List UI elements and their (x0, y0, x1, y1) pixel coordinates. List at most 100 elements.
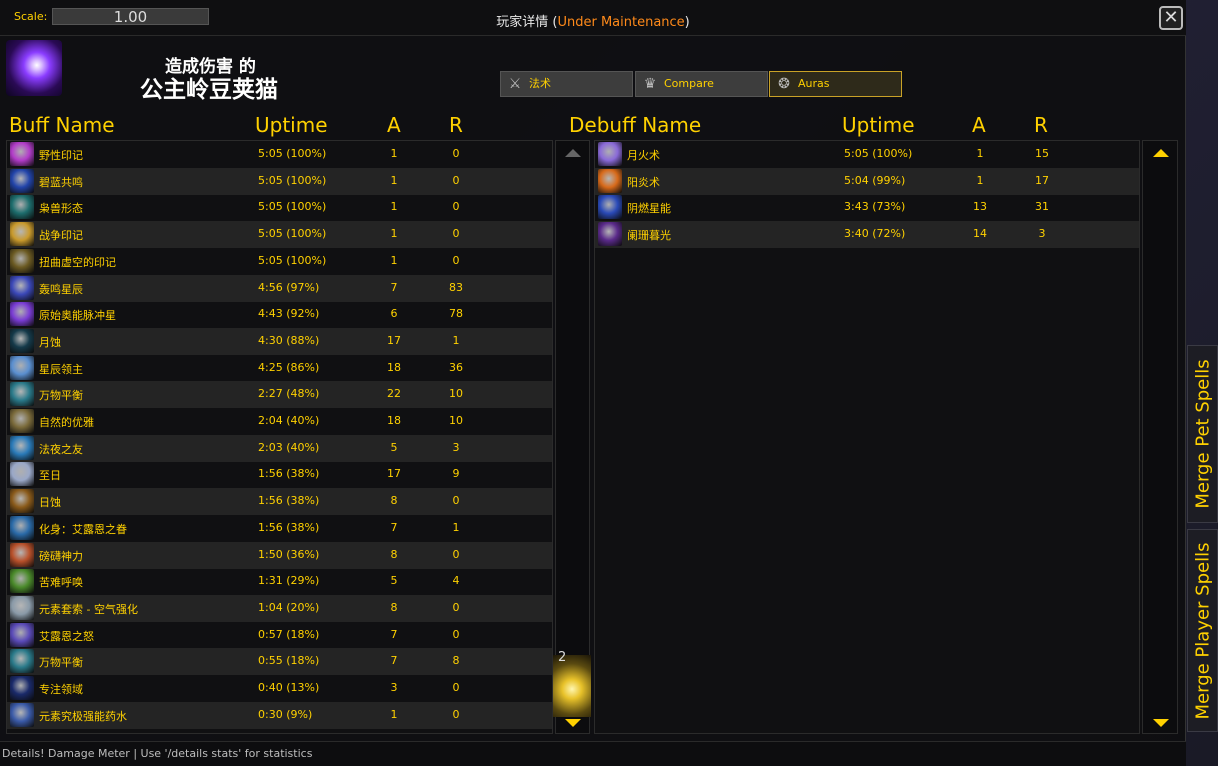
close-button[interactable]: ✕ (1159, 6, 1183, 30)
aura-icon (10, 142, 34, 166)
buff-name: 轰鸣星辰 (39, 282, 83, 296)
crown-icon: ♛ (643, 76, 657, 92)
buff-refresh-count: 0 (452, 600, 460, 614)
aura-icon (598, 142, 622, 166)
debuff-applied-count: 1 (976, 173, 984, 187)
aura-icon (598, 195, 622, 220)
buff-row[interactable]: 枭兽形态 5:05 (100%) 1 0 (7, 194, 552, 221)
aura-icon (10, 676, 34, 700)
buff-refresh-count: 0 (452, 253, 460, 267)
scroll-up-icon[interactable] (1153, 149, 1169, 157)
buff-row[interactable]: 磅礴神力 1:50 (36%) 8 0 (7, 541, 552, 569)
scroll-down-icon[interactable] (565, 719, 581, 727)
buff-row[interactable]: 扭曲虚空的印记 5:05 (100%) 1 0 (7, 248, 552, 275)
buff-name: 自然的优雅 (39, 416, 94, 429)
debuff-applied-header[interactable]: A (972, 113, 986, 137)
buff-uptime: 5:05 (100%) (258, 227, 327, 241)
debuff-row[interactable]: 阳炎术 5:04 (99%) 1 17 (595, 167, 1139, 195)
buff-refresh-count: 10 (449, 387, 463, 401)
buff-row[interactable]: 艾露恩之怒 0:57 (18%) 7 0 (7, 622, 552, 649)
tab-compare[interactable]: ♛ Compare (635, 71, 768, 97)
debuff-refresh-count: 15 (1035, 147, 1049, 160)
buff-refresh-count: 0 (452, 200, 460, 214)
buff-row[interactable]: 月蚀 4:30 (88%) 17 1 (7, 327, 552, 355)
tab-auras[interactable]: ❂ Auras (769, 71, 902, 97)
aura-icon (10, 489, 34, 514)
buff-name: 元素套索 - 空气强化 (39, 602, 138, 616)
buff-uptime: 2:27 (48%) (258, 387, 320, 401)
buff-uptime: 0:57 (18%) (258, 627, 320, 641)
tab-label: Auras (798, 77, 830, 90)
buff-applied-count: 7 (390, 280, 398, 294)
buff-uptime: 0:30 (9%) (258, 707, 313, 721)
scroll-down-icon[interactable] (1153, 719, 1169, 727)
buff-row[interactable]: 日蚀 1:56 (38%) 8 0 (7, 488, 552, 516)
buff-applied-header[interactable]: A (387, 113, 401, 137)
buff-refresh-count: 4 (452, 574, 460, 588)
buff-applied-count: 8 (390, 494, 398, 508)
buff-row[interactable]: 野性印记 5:05 (100%) 1 0 (7, 141, 552, 168)
buff-scrollbar[interactable] (555, 140, 590, 734)
debuff-scrollbar[interactable] (1142, 140, 1178, 734)
debuff-uptime-header[interactable]: Uptime (842, 113, 915, 137)
merge-pet-spells-tab[interactable]: Merge Pet Spells (1187, 345, 1218, 523)
debuff-applied-count: 1 (976, 147, 984, 160)
debuff-uptime: 3:43 (73%) (844, 200, 906, 214)
title-bar[interactable]: Scale: 1.00 玩家详情 (Under Maintenance) ✕ (0, 0, 1186, 36)
status-bar: Details! Damage Meter | Use '/details st… (0, 741, 1186, 766)
buff-refreshed-header[interactable]: R (449, 113, 463, 137)
debuff-row[interactable]: 阴燃星能 3:43 (73%) 13 31 (595, 194, 1139, 221)
buff-applied-count: 7 (390, 627, 398, 641)
buff-name-header[interactable]: Buff Name (9, 113, 115, 137)
aura-icon (10, 515, 34, 540)
scroll-up-icon[interactable] (565, 149, 581, 157)
buff-list[interactable]: 野性印记 5:05 (100%) 1 0 碧蓝共鸣 5:05 (100%) 1 0 枭兽形态 5:… (6, 140, 553, 734)
buff-applied-count: 7 (390, 654, 398, 668)
debuff-refreshed-header[interactable]: R (1034, 113, 1048, 137)
buff-uptime-header[interactable]: Uptime (255, 113, 328, 137)
debuff-list[interactable]: 月火术 5:05 (100%) 1 15 阳炎术 5:04 (99%) 1 17 阴燃星能 3:4… (594, 140, 1140, 734)
swirl-icon: ❂ (778, 76, 790, 92)
buff-applied-count: 1 (390, 227, 398, 241)
buff-row[interactable]: 万物平衡 2:27 (48%) 22 10 (7, 381, 552, 409)
buff-uptime: 5:05 (100%) (258, 173, 327, 187)
buff-row[interactable]: 自然的优雅 2:04 (40%) 18 10 (7, 408, 552, 435)
tab-spells[interactable]: ⚔ 法术 (500, 71, 633, 97)
buff-row[interactable]: 苦难呼唤 1:31 (29%) 5 4 (7, 568, 552, 595)
buff-row[interactable]: 轰鸣星辰 4:56 (97%) 7 83 (7, 274, 552, 302)
buff-name: 星辰领主 (39, 362, 83, 376)
buff-applied-count: 7 (390, 520, 398, 534)
debuff-row[interactable]: 月火术 5:05 (100%) 1 15 (595, 141, 1139, 168)
buff-uptime: 4:56 (97%) (258, 280, 320, 294)
buff-name: 战争印记 (39, 229, 83, 243)
buff-refresh-count: 36 (449, 360, 463, 374)
buff-row[interactable]: 元素究极强能药水 0:30 (9%) 1 0 (7, 701, 552, 729)
buff-refresh-count: 0 (452, 547, 460, 561)
buff-row[interactable]: 原始奥能脉冲星 4:43 (92%) 6 78 (7, 301, 552, 328)
aura-icon (598, 168, 622, 193)
buff-name: 月蚀 (39, 335, 61, 349)
buff-uptime: 1:04 (20%) (258, 600, 320, 614)
aura-icon (10, 195, 34, 220)
buff-row[interactable]: 法夜之友 2:03 (40%) 5 3 (7, 434, 552, 462)
buff-uptime: 1:31 (29%) (258, 574, 320, 588)
buff-row[interactable]: 战争印记 5:05 (100%) 1 0 (7, 221, 552, 249)
buff-row[interactable]: 元素套索 - 空气强化 1:04 (20%) 8 0 (7, 594, 552, 622)
merge-player-spells-tab[interactable]: Merge Player Spells (1187, 529, 1218, 732)
merge-pet-spells-label: Merge Pet Spells (1192, 359, 1213, 509)
debuff-refresh-count: 31 (1035, 200, 1049, 214)
window-title: 玩家详情 (Under Maintenance) (0, 11, 1186, 30)
buff-row[interactable]: 至日 1:56 (38%) 17 9 (7, 461, 552, 488)
aura-icon (10, 248, 34, 273)
debuff-name-header[interactable]: Debuff Name (569, 113, 701, 137)
aura-icon (10, 275, 34, 300)
buff-row[interactable]: 星辰领主 4:25 (86%) 18 36 (7, 355, 552, 382)
buff-row[interactable]: 专注领域 0:40 (13%) 3 0 (7, 675, 552, 702)
debuff-name: 阑珊暮光 (627, 229, 671, 243)
debuff-row[interactable]: 阑珊暮光 3:40 (72%) 14 3 (595, 221, 1139, 249)
buff-refresh-count: 0 (452, 707, 460, 721)
aura-icon (10, 328, 34, 353)
buff-row[interactable]: 碧蓝共鸣 5:05 (100%) 1 0 (7, 167, 552, 195)
buff-row[interactable]: 化身：艾露恩之眷 1:56 (38%) 7 1 (7, 515, 552, 542)
buff-row[interactable]: 万物平衡 0:55 (18%) 7 8 (7, 648, 552, 676)
